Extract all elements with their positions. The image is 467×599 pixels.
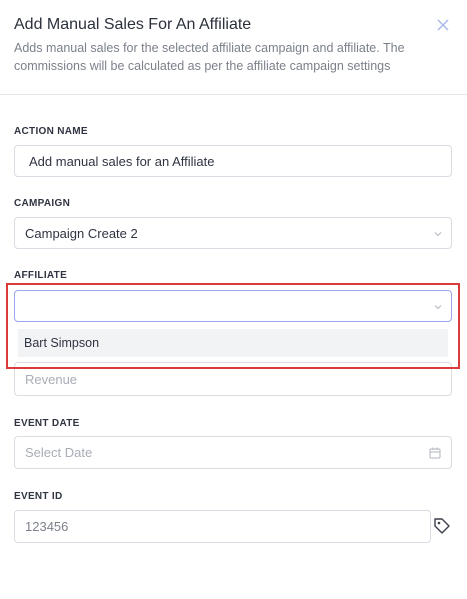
affiliate-label: AFFILIATE: [14, 270, 68, 281]
tag-icon[interactable]: [433, 517, 451, 535]
action-name-label: ACTION NAME: [14, 126, 88, 137]
campaign-label: CAMPAIGN: [14, 198, 71, 209]
chevron-down-icon: [434, 232, 442, 237]
event-date-input[interactable]: Select Date: [14, 436, 452, 469]
close-icon[interactable]: [435, 17, 451, 33]
event-id-input[interactable]: 123456: [14, 510, 431, 543]
calendar-icon[interactable]: [429, 447, 441, 459]
action-name-value: Add manual sales for an Affiliate: [29, 154, 215, 169]
event-date-placeholder: Select Date: [25, 445, 93, 460]
event-id-placeholder: 123456: [25, 519, 69, 534]
campaign-value: Campaign Create 2: [25, 226, 138, 241]
modal-title: Add Manual Sales For An Affiliate: [14, 16, 252, 33]
event-id-label: EVENT ID: [14, 491, 63, 502]
modal-description: Adds manual sales for the selected affil…: [14, 41, 405, 73]
modal-header: Add Manual Sales For An Affiliate Adds m…: [0, 0, 467, 95]
campaign-select[interactable]: Campaign Create 2: [14, 217, 452, 249]
event-date-label: EVENT DATE: [14, 418, 80, 429]
revenue-placeholder: Revenue: [25, 372, 78, 387]
action-name-input[interactable]: Add manual sales for an Affiliate: [14, 145, 452, 177]
highlight-box: [6, 283, 460, 369]
